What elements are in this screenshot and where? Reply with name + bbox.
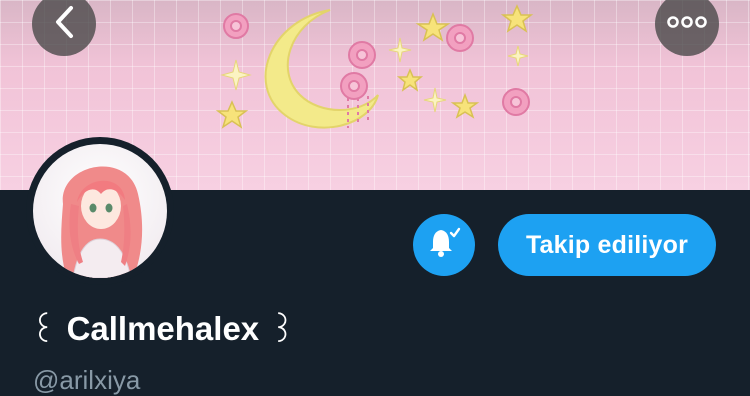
more-horizontal-icon bbox=[667, 15, 707, 34]
bell-check-icon bbox=[427, 226, 461, 265]
user-handle: @arilxiya bbox=[33, 365, 141, 395]
avatar-frame[interactable] bbox=[26, 137, 174, 285]
avatar-image bbox=[61, 166, 143, 278]
name-decoration-left: ꒰ bbox=[30, 312, 57, 350]
following-button-label: Takip ediliyor bbox=[525, 230, 689, 259]
following-button[interactable]: Takip ediliyor bbox=[498, 214, 716, 276]
display-name: ꒰ Callmehalex ꒱ bbox=[30, 306, 296, 351]
name-decoration-right: ꒱ bbox=[269, 312, 296, 350]
display-name-text: Callmehalex bbox=[66, 309, 260, 347]
chevron-left-icon bbox=[51, 2, 77, 47]
avatar[interactable] bbox=[33, 144, 167, 278]
notifications-button[interactable] bbox=[413, 214, 475, 276]
star-icon bbox=[215, 4, 534, 129]
